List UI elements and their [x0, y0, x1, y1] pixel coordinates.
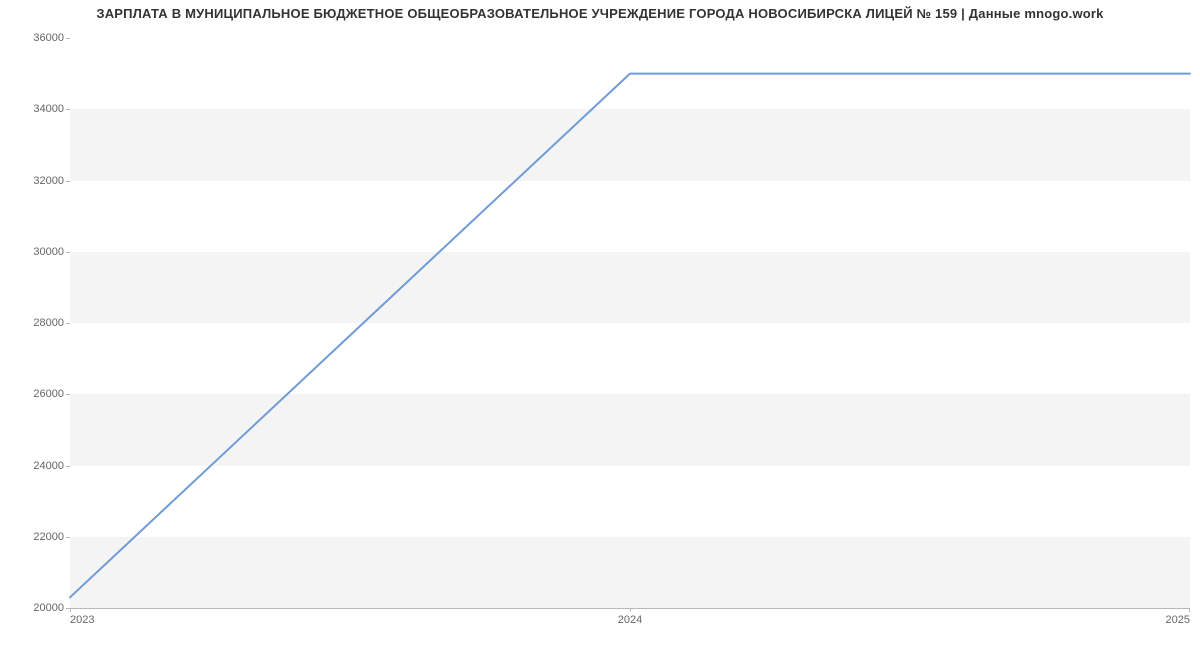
- y-tick-label: 26000: [4, 388, 64, 400]
- y-tick-label: 34000: [4, 103, 64, 115]
- x-tick-label: 2024: [618, 614, 642, 626]
- chart-title: ЗАРПЛАТА В МУНИЦИПАЛЬНОЕ БЮДЖЕТНОЕ ОБЩЕО…: [0, 6, 1200, 21]
- y-tick-label: 24000: [4, 460, 64, 472]
- y-tick-label: 36000: [4, 32, 64, 44]
- chart-container: ЗАРПЛАТА В МУНИЦИПАЛЬНОЕ БЮДЖЕТНОЕ ОБЩЕО…: [0, 0, 1200, 650]
- y-tick-label: 30000: [4, 246, 64, 258]
- x-tick-label: 2023: [70, 614, 94, 626]
- y-tick-label: 20000: [4, 602, 64, 614]
- y-tick-label: 28000: [4, 317, 64, 329]
- plot-area: [70, 38, 1190, 608]
- line-series: [70, 38, 1190, 608]
- x-axis-line: [70, 608, 1190, 609]
- x-tick-label: 2025: [1166, 614, 1190, 626]
- y-tick-label: 32000: [4, 175, 64, 187]
- y-tick-label: 22000: [4, 531, 64, 543]
